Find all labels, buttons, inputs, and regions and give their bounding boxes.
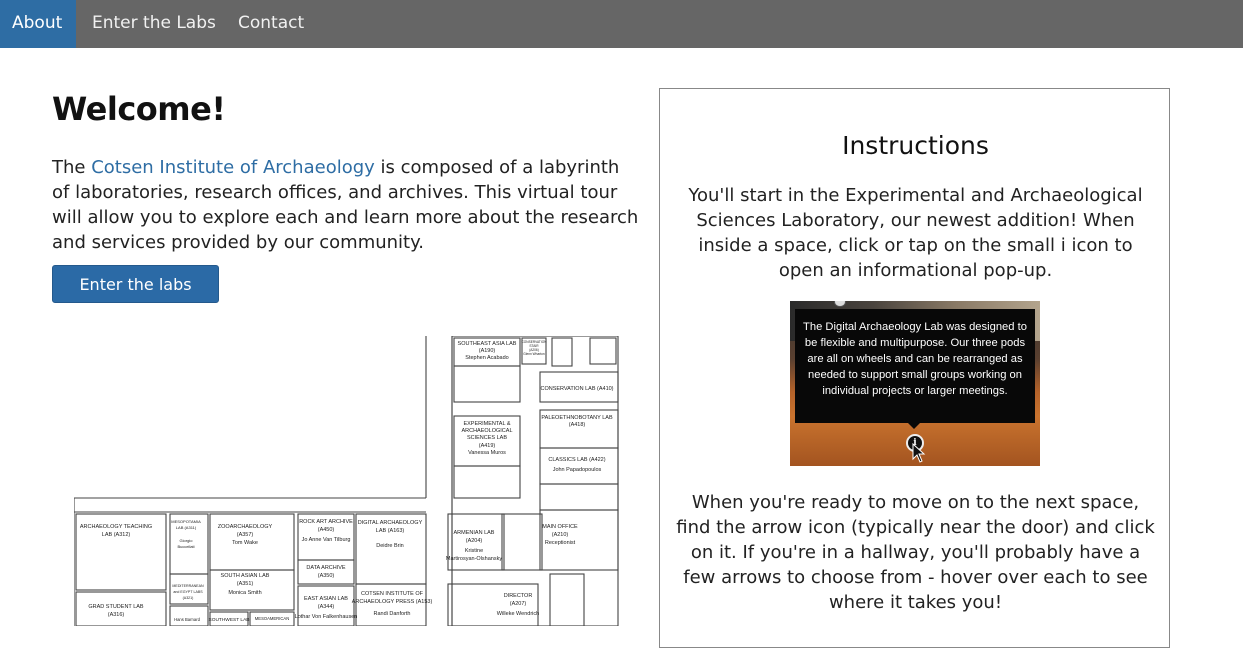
svg-text:PALEOETHNOBOTANY LAB(A418): PALEOETHNOBOTANY LAB (A418) [541, 415, 613, 428]
example-tooltip: The Digital Archaeology Lab was designed… [795, 309, 1035, 423]
svg-text:ZOOARCHAEOLOGY(A357)Tom Wake: ZOOARCHAEOLOGY (A357) Tom Wake [218, 524, 273, 546]
svg-text:MESOPOTAMIALAB (A311)GiorgioBu: MESOPOTAMIA LAB (A311) Giorgio Buccellati [171, 519, 201, 549]
tooltip-arrow [908, 423, 920, 429]
svg-text:DATA ARCHIVE(A350): DATA ARCHIVE (A350) [306, 565, 346, 579]
svg-text:ARCHAEOLOGY TEACHINGLAB (A312): ARCHAEOLOGY TEACHING LAB (A312) [80, 524, 152, 538]
svg-text:EXPERIMENTAL &ARCHAEOLOGICALSC: EXPERIMENTAL & ARCHAEOLOGICAL SCIENCES LAB… [461, 421, 512, 456]
intro-text-before: The [52, 157, 92, 178]
floorplan-map: SOUTHEAST ASIA LAB (A190) Stephen Acabado … [74, 336, 619, 626]
svg-text:ARMENIAN LAB(A204)KristineMart: ARMENIAN LAB (A204) Kristine Martirosyan-Ol… [446, 530, 502, 562]
svg-text:COTSEN INSTITUTE OFARCHAEOLOGY: COTSEN INSTITUTE OF ARCHAEOLOGY PRESS (A1… [352, 591, 433, 617]
instructions-paragraph-2: When you're ready to move on to the next… [676, 492, 1155, 613]
svg-text:MESOAMERICAN: MESOAMERICAN [255, 616, 289, 621]
svg-text:SOUTH ASIAN LAB(A351)Monica Sm: SOUTH ASIAN LAB (A351) Monica Smith [221, 573, 270, 596]
nav-about[interactable]: About [0, 0, 76, 48]
instructions-panel: Instructions You'll start in the Experim… [659, 88, 1170, 648]
floorplan-labels: SOUTHEAST ASIA LAB (A190) Stephen Acabado … [80, 340, 614, 623]
instructions-title: Instructions [842, 131, 989, 160]
svg-text:SOUTHWEST LAB: SOUTHWEST LAB [209, 617, 250, 623]
svg-text:ROCK ART ARCHIVE(A450)Jo Anne: ROCK ART ARCHIVE (A450) Jo Anne Van Tilbur… [299, 519, 353, 543]
svg-text:SOUTHEAST ASIA LAB(A190)Stephe: SOUTHEAST ASIA LAB (A190) Stephen Acabado [458, 341, 517, 361]
cotsen-institute-link[interactable]: Cotsen Institute of Archaeology [91, 157, 375, 178]
svg-text:EAST ASIAN LAB(A344)Lothar Von: EAST ASIAN LAB (A344) Lothar Von Falkenhau… [295, 596, 358, 620]
svg-text:DIRECTOR(A207)Willeke Wendrich: DIRECTOR (A207) Willeke Wendrich [497, 593, 539, 617]
svg-text:MEDITERRANEANand EGYPT LABS(A3: MEDITERRANEAN and EGYPT LABS (A321) [172, 584, 204, 600]
svg-text:MAIN OFFICE(A210)Receptionist: MAIN OFFICE (A210) Receptionist [542, 524, 578, 546]
top-navbar: About Enter the Labs Contact [0, 0, 1243, 48]
instructions-paragraph-1: You'll start in the Experimental and Arc… [688, 185, 1143, 281]
svg-text:CONSERVATIONSTAIR(A206)Glenn W: CONSERVATION STAIR (A206) Glenn Wharton [522, 340, 548, 356]
svg-text:CONSERVATION LAB (A410): CONSERVATION LAB (A410) [540, 386, 613, 392]
page-title: Welcome! [52, 90, 226, 128]
mouse-cursor-icon [912, 443, 926, 463]
enter-labs-button[interactable]: Enter the labs [52, 265, 219, 303]
nav-contact[interactable]: Contact [226, 0, 316, 48]
svg-text:GRAD STUDENT LAB(A316): GRAD STUDENT LAB (A316) [88, 604, 144, 618]
nav-enter-the-labs[interactable]: Enter the Labs [80, 0, 228, 48]
intro-paragraph: The Cotsen Institute of Archaeology is c… [52, 155, 642, 255]
svg-text:DIGITAL ARCHAEOLOGYLAB (A163)D: DIGITAL ARCHAEOLOGY LAB (A163) Deidre Brin [358, 520, 423, 549]
svg-text:Hans Barnard: Hans Barnard [174, 617, 201, 622]
example-popup-screenshot: The Digital Archaeology Lab was designed… [790, 301, 1040, 466]
svg-text:CLASSICS LAB (A422)John Papado: CLASSICS LAB (A422) John Papadopoulos [548, 457, 605, 473]
